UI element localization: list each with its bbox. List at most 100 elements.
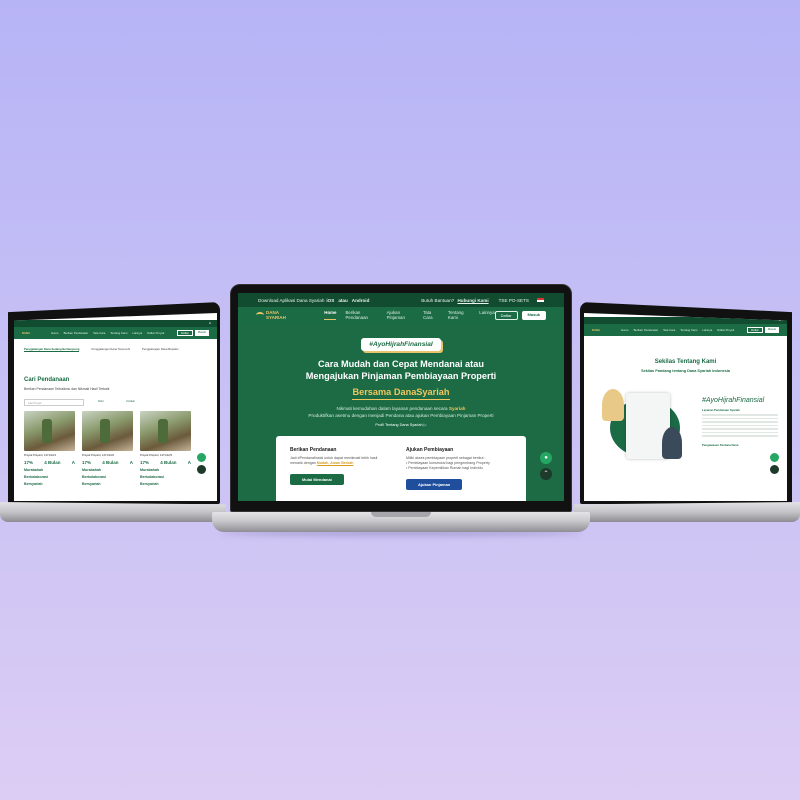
- project-duration: 4 Bulan: [160, 460, 177, 465]
- nav-lainnya[interactable]: Lainnya: [479, 310, 494, 320]
- left-page-title: Cari Pendanaan: [24, 377, 70, 383]
- pendanaan-text-2: menarik dengan: [290, 461, 316, 465]
- project-grade: A: [129, 460, 133, 465]
- right-nav-proyek[interactable]: Daftar Proyek: [717, 328, 734, 332]
- project-name: Proyek Properti, 1471/12/2: [82, 454, 114, 457]
- left-nav-home[interactable]: Home: [51, 331, 58, 335]
- left-project-cards: Proyek Properti, 1471/12/1 17% 4 Bulan A M…: [24, 411, 191, 486]
- nav-berikan-pendanaan[interactable]: Berikan Pendanaan: [345, 310, 377, 320]
- tab-berjalan[interactable]: Penggalangan Dana Berjalan: [142, 347, 179, 352]
- about-illustration: [602, 389, 686, 463]
- whatsapp-icon[interactable]: [197, 453, 206, 462]
- project-card[interactable]: Proyek Properti, 1471/12/2 17% 4 Bulan A M…: [82, 411, 133, 486]
- brand-logo-text: DANA SYARIAH: [266, 310, 286, 320]
- pembiayaan-title: Ajukan Pembiayaan: [406, 447, 454, 453]
- project-dana: Bersyariah: [82, 482, 101, 486]
- whatsapp-icon[interactable]: [770, 453, 779, 462]
- left-filter-button[interactable]: Filter: [98, 400, 104, 403]
- left-nav-proyek[interactable]: Daftar Proyek: [147, 331, 164, 335]
- left-nav-pendanaan[interactable]: Berikan Pendanaan: [64, 331, 89, 335]
- center-navbar: DANA SYARIAH Home Berikan Pendanaan Ajuk…: [238, 307, 564, 323]
- left-tabs: Penggalangan Dana Sedang Berlangsung Pen…: [24, 347, 179, 352]
- accordion-item-pengawasan[interactable]: Pengawasan Perdana Dana: [702, 443, 778, 447]
- scroll-up-icon[interactable]: ⌃: [540, 468, 552, 480]
- right-logo[interactable]: DANA: [592, 328, 600, 332]
- nav-home[interactable]: Home: [324, 310, 337, 320]
- left-page-subtitle: Berikan Pendanaan Terbaikmu dan Nikmati …: [24, 387, 110, 391]
- mulai-mendanai-button[interactable]: Mulai Mendanai: [290, 474, 344, 485]
- project-image: [82, 411, 133, 451]
- project-card[interactable]: Proyek Properti, 1471/12/3 17% 4 Bulan A M…: [140, 411, 191, 486]
- profile-video-link[interactable]: Profil Tentang Dana Syariah ▷: [238, 422, 564, 427]
- android-link[interactable]: Android: [352, 298, 370, 303]
- right-nav-tata-cara[interactable]: Tata Cara: [663, 328, 675, 332]
- scroll-up-icon[interactable]: [197, 465, 206, 474]
- right-daftar-button[interactable]: Daftar: [747, 327, 763, 333]
- ajukan-pinjaman-button[interactable]: Ajukan Pinjaman: [406, 479, 463, 490]
- brand-logo[interactable]: DANA SYARIAH: [256, 310, 296, 320]
- ios-link[interactable]: iOS: [326, 298, 334, 303]
- action-card: Berikan Pendanaan Jadi #Pendanafinsial u…: [276, 436, 526, 501]
- left-masuk-button[interactable]: Masuk: [194, 330, 209, 336]
- hero-title-line3: Bersama DanaSyariah: [352, 386, 450, 400]
- pendanaan-column: Berikan Pendanaan Jadi #Pendanafinsial u…: [290, 447, 396, 495]
- daftar-button[interactable]: Daftar: [494, 310, 518, 320]
- right-nav-pendanaan[interactable]: Berikan Pendanaan: [634, 328, 659, 332]
- left-laptop-base: [0, 502, 226, 522]
- pembiayaan-column: Ajukan Pembiayaan Miliki akses pembiayaa…: [406, 447, 512, 495]
- left-daftar-button[interactable]: Daftar: [177, 330, 193, 336]
- project-card[interactable]: Proyek Properti, 1471/12/1 17% 4 Bulan A M…: [24, 411, 75, 486]
- hero-desc-highlight: Syariah: [448, 406, 466, 411]
- scroll-up-icon[interactable]: [770, 465, 779, 474]
- masuk-button[interactable]: Masuk: [521, 310, 546, 320]
- right-masuk-button[interactable]: Masuk: [764, 327, 779, 333]
- profile-video-label: Profil Tentang Dana Syariah: [375, 423, 423, 427]
- left-topbar: Id: [14, 320, 217, 327]
- left-laptop-screen: Id DANA Home Berikan Pendanaan Tata Cara…: [14, 313, 217, 501]
- right-nav-tentang[interactable]: Tentang Kami: [680, 328, 697, 332]
- person-photo-man: [662, 427, 682, 459]
- phone-number[interactable]: TSE PO-SETS: [499, 298, 529, 303]
- left-sort-button[interactable]: Urutkan: [126, 400, 135, 403]
- left-nav-tata-cara[interactable]: Tata Cara: [93, 331, 105, 335]
- left-logo[interactable]: DANA: [22, 331, 30, 335]
- flag-id-icon[interactable]: [537, 298, 544, 302]
- hero-title-line2: Mengajukan Pinjaman Pembiayaan Properti: [305, 371, 497, 381]
- tab-terpenuhi[interactable]: Penggalangan Dana Terpenuhi: [91, 347, 130, 352]
- help-text: Butuh Bantuan?: [421, 297, 455, 303]
- left-search-input[interactable]: Cari Proyek: [24, 399, 84, 406]
- tab-berlangsung[interactable]: Penggalangan Dana Sedang Berlangsung: [24, 347, 80, 352]
- center-laptop-notch: [371, 512, 431, 517]
- project-grade: A: [187, 460, 191, 465]
- hero-description: Nikmati kemudahan dalam layanan pendanaa…: [238, 405, 564, 419]
- nav-tentang-kami[interactable]: Tentang Kami: [448, 310, 470, 320]
- center-topbar: Download Aplikasi Dana Syariah iOS atau …: [238, 293, 564, 307]
- hero-desc-line1: Nikmati kemudahan dalam layanan pendanaa…: [336, 406, 448, 411]
- main-nav: Home Berikan Pendanaan Ajukan Pinjaman T…: [324, 310, 495, 320]
- center-laptop-screen: Download Aplikasi Dana Syariah iOS atau …: [238, 293, 564, 501]
- pendanaan-highlight: Mudah, Aman Berkah: [316, 461, 354, 465]
- download-text: Download Aplikasi Dana Syariah: [258, 297, 325, 303]
- right-navbar: DANA Home Berikan Pendanaan Tata Cara Te…: [584, 324, 787, 336]
- right-nav-home[interactable]: Home: [621, 328, 628, 332]
- hero-desc-line2: Produktifkan asetmu dengan menjadi Penda…: [308, 413, 494, 418]
- contact-link[interactable]: Hubungi Kami: [457, 298, 488, 303]
- left-topbar-lang[interactable]: Id: [209, 322, 211, 325]
- project-akad: Murabahah: [24, 468, 44, 472]
- accordion-item-layanan[interactable]: Layanan Pendanaan Syariah: [702, 408, 778, 412]
- project-name: Proyek Properti, 1471/12/3: [140, 454, 172, 457]
- whatsapp-icon[interactable]: ●: [540, 452, 552, 464]
- nav-ajukan-pinjaman[interactable]: Ajukan Pinjaman: [387, 310, 414, 320]
- right-nav-lainnya[interactable]: Lainnya: [702, 328, 712, 332]
- left-nav-lainnya[interactable]: Lainnya: [132, 331, 142, 335]
- project-grade: A: [71, 460, 75, 465]
- nav-tata-cara[interactable]: Tata Cara: [423, 310, 439, 320]
- project-status: Berkolaborasi: [24, 475, 48, 479]
- left-nav-tentang[interactable]: Tentang Kami: [110, 331, 127, 335]
- project-duration: 4 Bulan: [44, 460, 61, 465]
- project-percent: 17%: [82, 460, 92, 465]
- right-page-title: Sekilas Tentang Kami: [654, 359, 717, 365]
- right-laptop-base: [574, 502, 800, 522]
- person-photo-woman: [602, 389, 624, 421]
- pembiayaan-bullet-1: Pembiayaan konstruksi bagi pengembang Pr…: [408, 461, 490, 465]
